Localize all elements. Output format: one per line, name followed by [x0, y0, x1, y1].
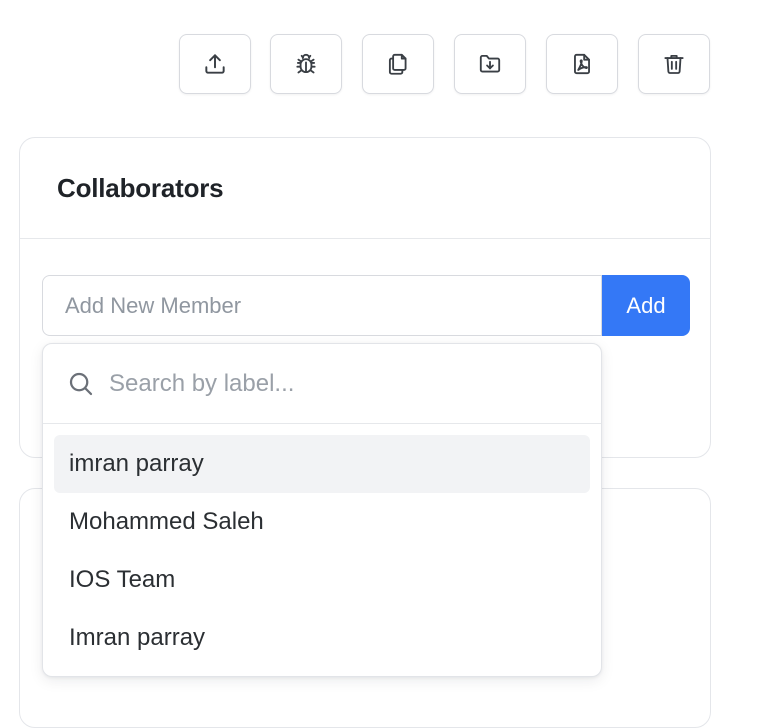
bug-icon	[293, 51, 319, 77]
export-pdf-button[interactable]	[546, 34, 618, 94]
pdf-file-icon	[569, 51, 595, 77]
search-input[interactable]	[109, 363, 529, 404]
search-icon	[66, 369, 96, 399]
copy-button[interactable]	[362, 34, 434, 94]
member-dropdown: imran parray Mohammed Saleh IOS Team Imr…	[42, 343, 602, 677]
member-option-imran-parray-2[interactable]: Imran parray	[54, 609, 590, 667]
delete-button[interactable]	[638, 34, 710, 94]
upload-icon	[202, 51, 228, 77]
download-button[interactable]	[454, 34, 526, 94]
copy-icon	[385, 51, 411, 77]
member-option-ios-team[interactable]: IOS Team	[54, 551, 590, 609]
folder-download-icon	[477, 51, 503, 77]
trash-icon	[661, 51, 687, 77]
dropdown-search	[43, 344, 601, 424]
member-option-mohammed-saleh[interactable]: Mohammed Saleh	[54, 493, 590, 551]
debug-button[interactable]	[270, 34, 342, 94]
add-member-input[interactable]	[42, 275, 602, 336]
member-option-imran-parray[interactable]: imran parray	[54, 435, 590, 493]
upload-button[interactable]	[179, 34, 251, 94]
card-header: Collaborators	[20, 138, 710, 239]
add-member-button[interactable]: Add	[602, 275, 690, 336]
card-title: Collaborators	[57, 172, 224, 203]
member-options-list: imran parray Mohammed Saleh IOS Team Imr…	[43, 424, 601, 667]
